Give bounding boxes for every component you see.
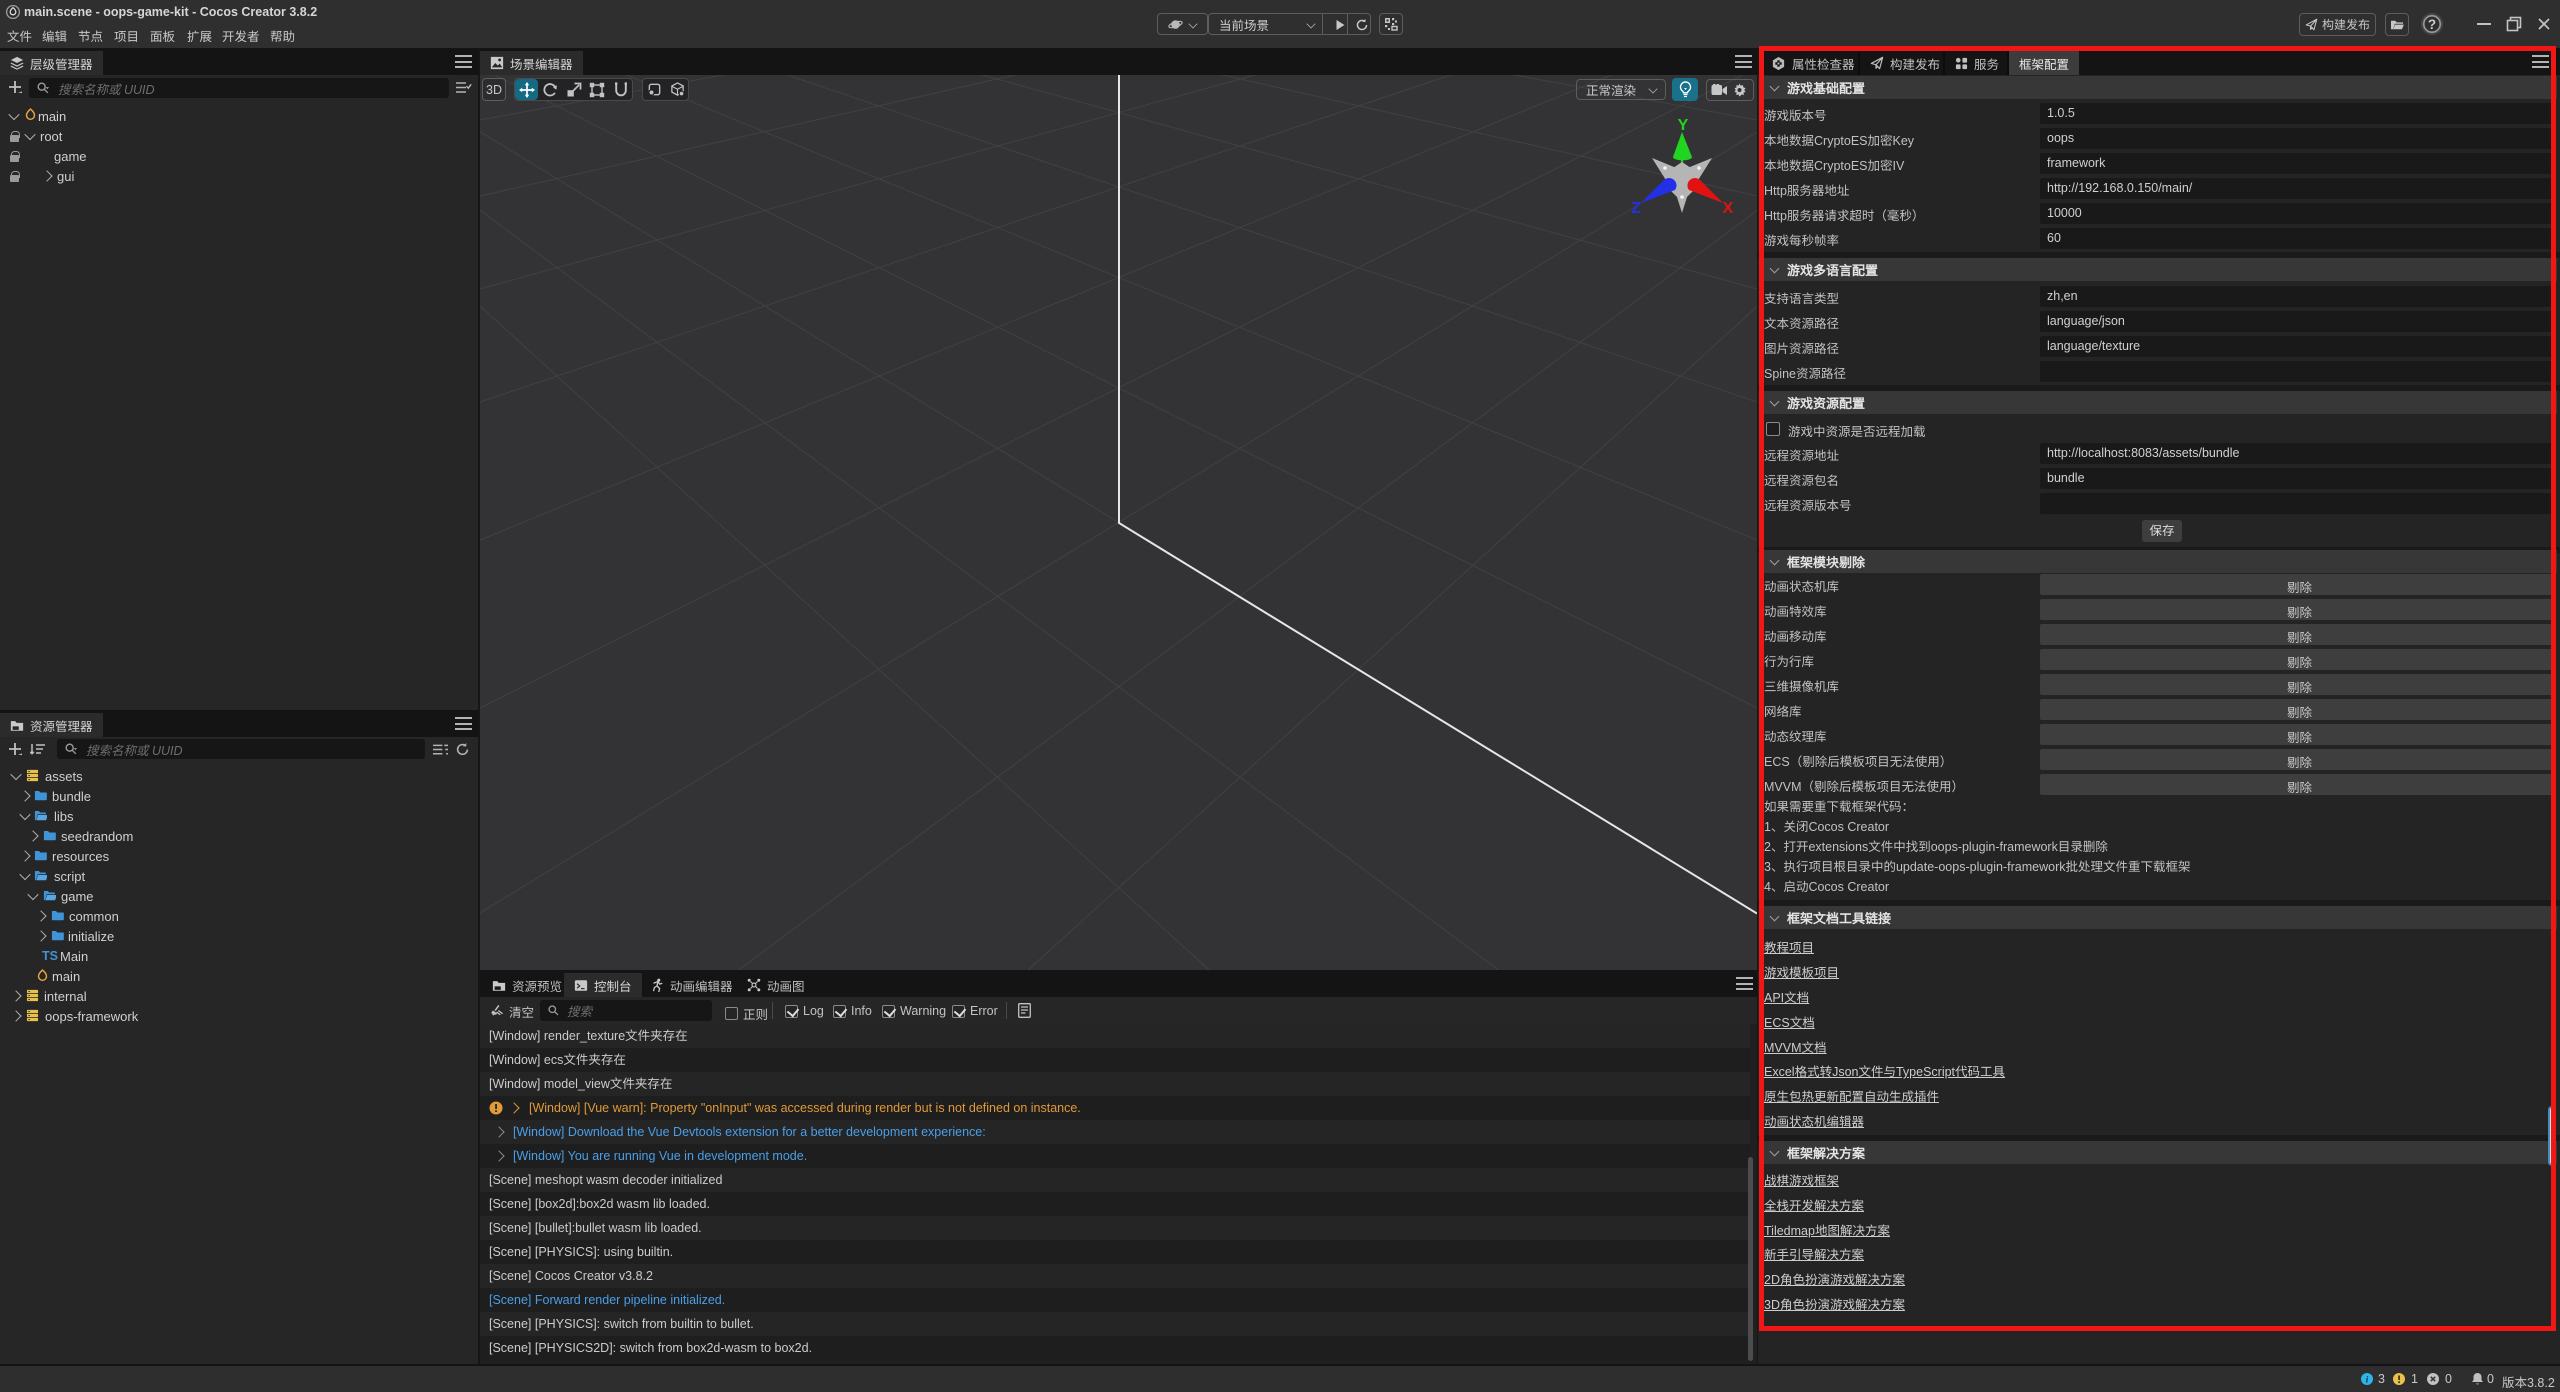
- svg-text:Z: Z: [1631, 200, 1641, 217]
- svg-text:X: X: [1723, 200, 1734, 217]
- svg-text:Y: Y: [1678, 117, 1689, 134]
- svg-text:?: ?: [2428, 17, 2436, 32]
